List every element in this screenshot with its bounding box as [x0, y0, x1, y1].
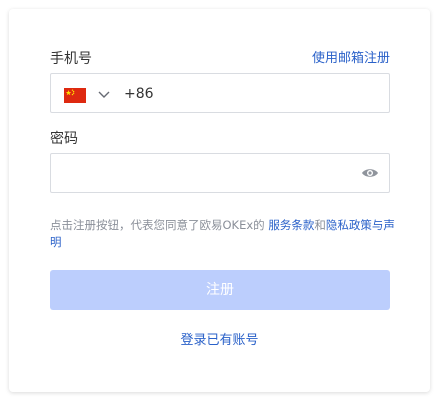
agreement-text: 点击注册按钮，代表您同意了欧易OKEx的 服务条款和隐私政策与声明	[50, 217, 395, 251]
chevron-down-icon[interactable]	[97, 87, 111, 101]
login-link[interactable]: 登录已有账号	[9, 331, 430, 351]
email-register-link[interactable]: 使用邮箱注册	[312, 49, 390, 69]
phone-label: 手机号	[50, 51, 92, 67]
terms-link[interactable]: 服务条款	[268, 218, 314, 232]
register-button[interactable]: 注册	[50, 270, 390, 310]
country-code[interactable]: +86	[124, 84, 154, 104]
password-label: 密码	[50, 131, 78, 147]
password-field	[50, 153, 390, 193]
agreement-prefix: 点击注册按钮，代表您同意了欧易OKEx的	[50, 218, 269, 232]
eye-icon[interactable]	[361, 165, 379, 181]
china-flag-icon[interactable]	[64, 88, 86, 103]
phone-field: +86	[50, 73, 390, 113]
password-input[interactable]	[63, 154, 353, 192]
phone-input[interactable]	[159, 74, 387, 112]
agreement-conjunction: 和	[314, 218, 326, 232]
register-card: 手机号 使用邮箱注册 +86 密码 点击注册按钮，代表您同意了欧易OKEx的 服…	[9, 9, 430, 392]
